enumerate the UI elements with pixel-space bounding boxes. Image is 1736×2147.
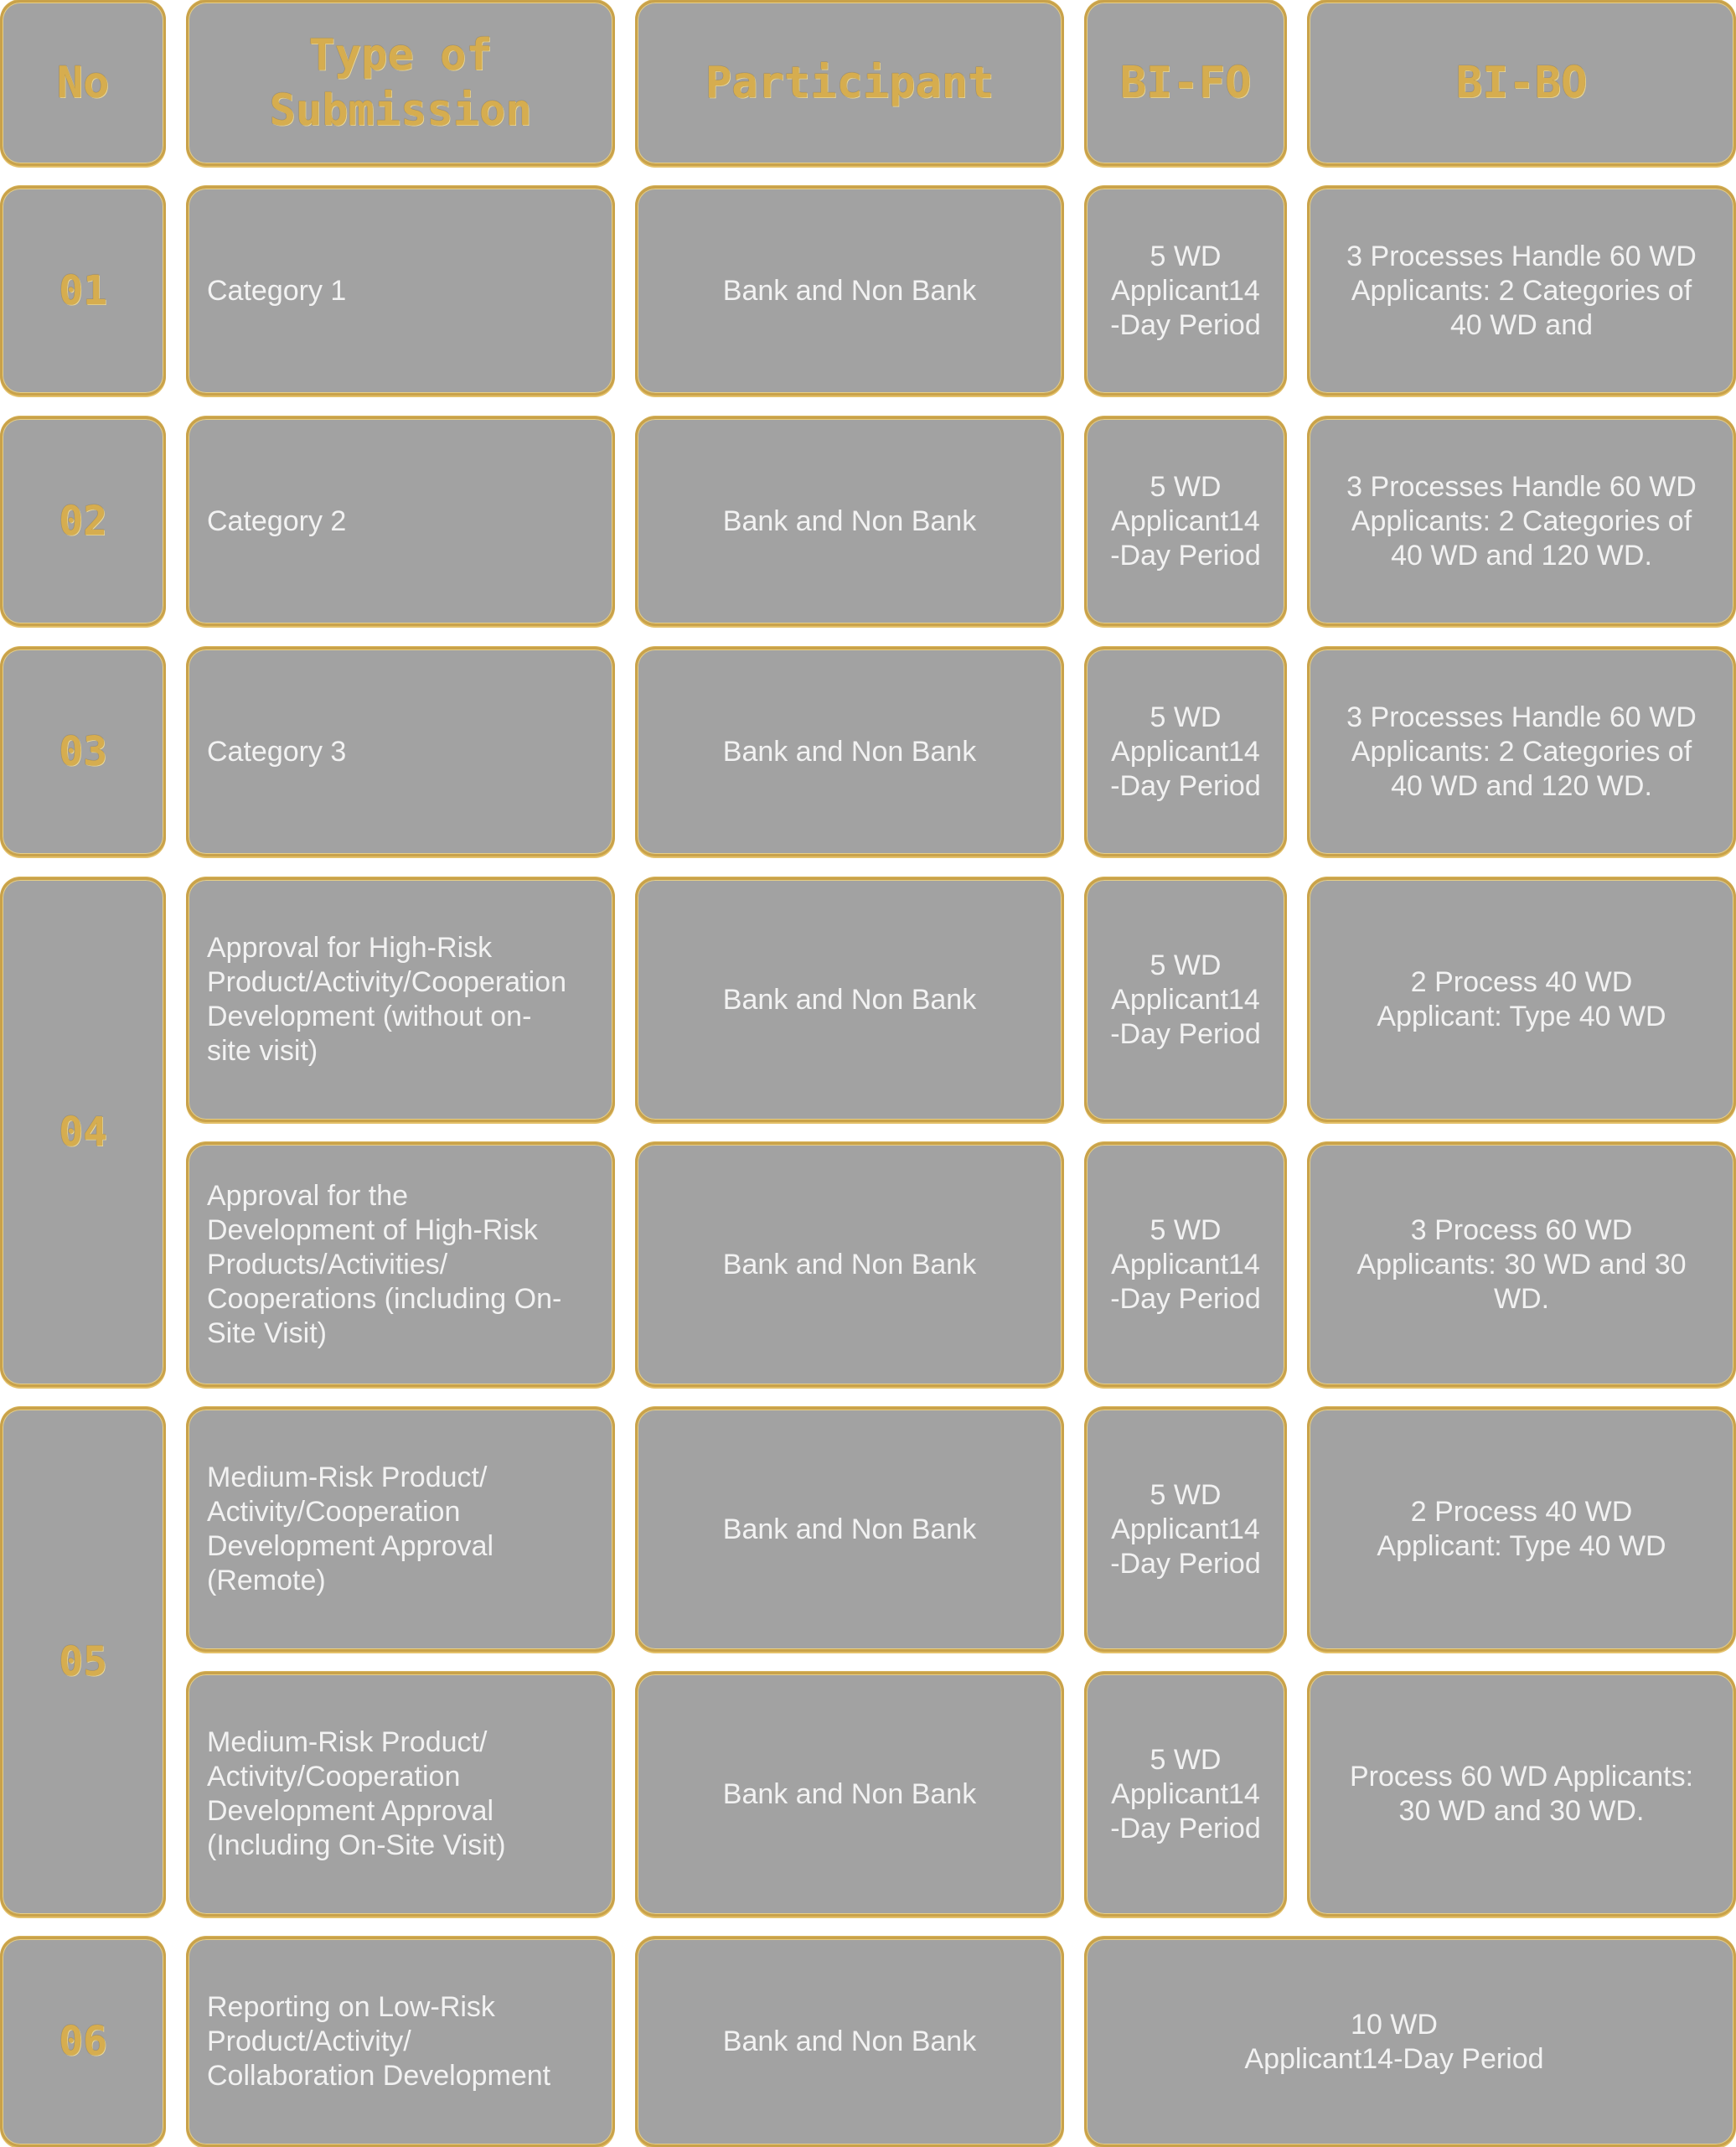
row-number: 04 [0, 877, 166, 1387]
bi-bo-cell: 2 Process 40 WD Applicant: Type 40 WD [1307, 877, 1736, 1122]
row-number: 03 [0, 647, 166, 856]
bi-fo-bi-bo-merged-cell: 10 WD Applicant14-Day Period [1084, 1937, 1736, 2147]
header-bi-fo: BI-FO [1084, 0, 1287, 166]
bi-fo-cell: 5 WD Applicant14 -Day Period [1084, 647, 1287, 856]
submission-type-cell: Category 2 [186, 416, 615, 626]
participant-cell: Bank and Non Bank [635, 186, 1064, 396]
bi-bo-cell: 3 Processes Handle 60 WD Applicants: 2 C… [1307, 647, 1736, 856]
submission-type-cell: Approval for the Development of High-Ris… [186, 1142, 615, 1387]
submission-type-cell: Reporting on Low-Risk Product/Activity/ … [186, 1937, 615, 2147]
bi-bo-cell: 3 Process 60 WD Applicants: 30 WD and 30… [1307, 1142, 1736, 1387]
bi-bo-cell: 2 Process 40 WD Applicant: Type 40 WD [1307, 1407, 1736, 1652]
bi-fo-cell: 5 WD Applicant14 -Day Period [1084, 1672, 1287, 1917]
bi-bo-cell: 3 Processes Handle 60 WD Applicants: 2 C… [1307, 416, 1736, 626]
bi-fo-cell: 5 WD Applicant14 -Day Period [1084, 1142, 1287, 1387]
participant-cell: Bank and Non Bank [635, 1142, 1064, 1387]
submission-table: No Type of Submission Participant BI-FO … [0, 0, 1736, 2147]
bi-bo-cell: Process 60 WD Applicants: 30 WD and 30 W… [1307, 1672, 1736, 1917]
bi-bo-cell: 3 Processes Handle 60 WD Applicants: 2 C… [1307, 186, 1736, 396]
header-participant: Participant [635, 0, 1064, 166]
bi-fo-cell: 5 WD Applicant14 -Day Period [1084, 1407, 1287, 1652]
submission-type-cell: Medium-Risk Product/ Activity/Cooperatio… [186, 1672, 615, 1917]
bi-fo-cell: 5 WD Applicant14 -Day Period [1084, 416, 1287, 626]
participant-cell: Bank and Non Bank [635, 1937, 1064, 2147]
submission-type-cell: Medium-Risk Product/ Activity/Cooperatio… [186, 1407, 615, 1652]
participant-cell: Bank and Non Bank [635, 416, 1064, 626]
header-bi-bo: BI-BO [1307, 0, 1736, 166]
bi-fo-cell: 5 WD Applicant14 -Day Period [1084, 186, 1287, 396]
submission-type-cell: Category 1 [186, 186, 615, 396]
header-no: No [0, 0, 166, 166]
bi-fo-cell: 5 WD Applicant14 -Day Period [1084, 877, 1287, 1122]
row-number: 05 [0, 1407, 166, 1917]
row-number: 01 [0, 186, 166, 396]
row-number: 02 [0, 416, 166, 626]
submission-type-cell: Approval for High-Risk Product/Activity/… [186, 877, 615, 1122]
participant-cell: Bank and Non Bank [635, 1407, 1064, 1652]
participant-cell: Bank and Non Bank [635, 1672, 1064, 1917]
header-type-of-submission: Type of Submission [186, 0, 615, 166]
submission-type-cell: Category 3 [186, 647, 615, 856]
row-number: 06 [0, 1937, 166, 2147]
participant-cell: Bank and Non Bank [635, 877, 1064, 1122]
participant-cell: Bank and Non Bank [635, 647, 1064, 856]
